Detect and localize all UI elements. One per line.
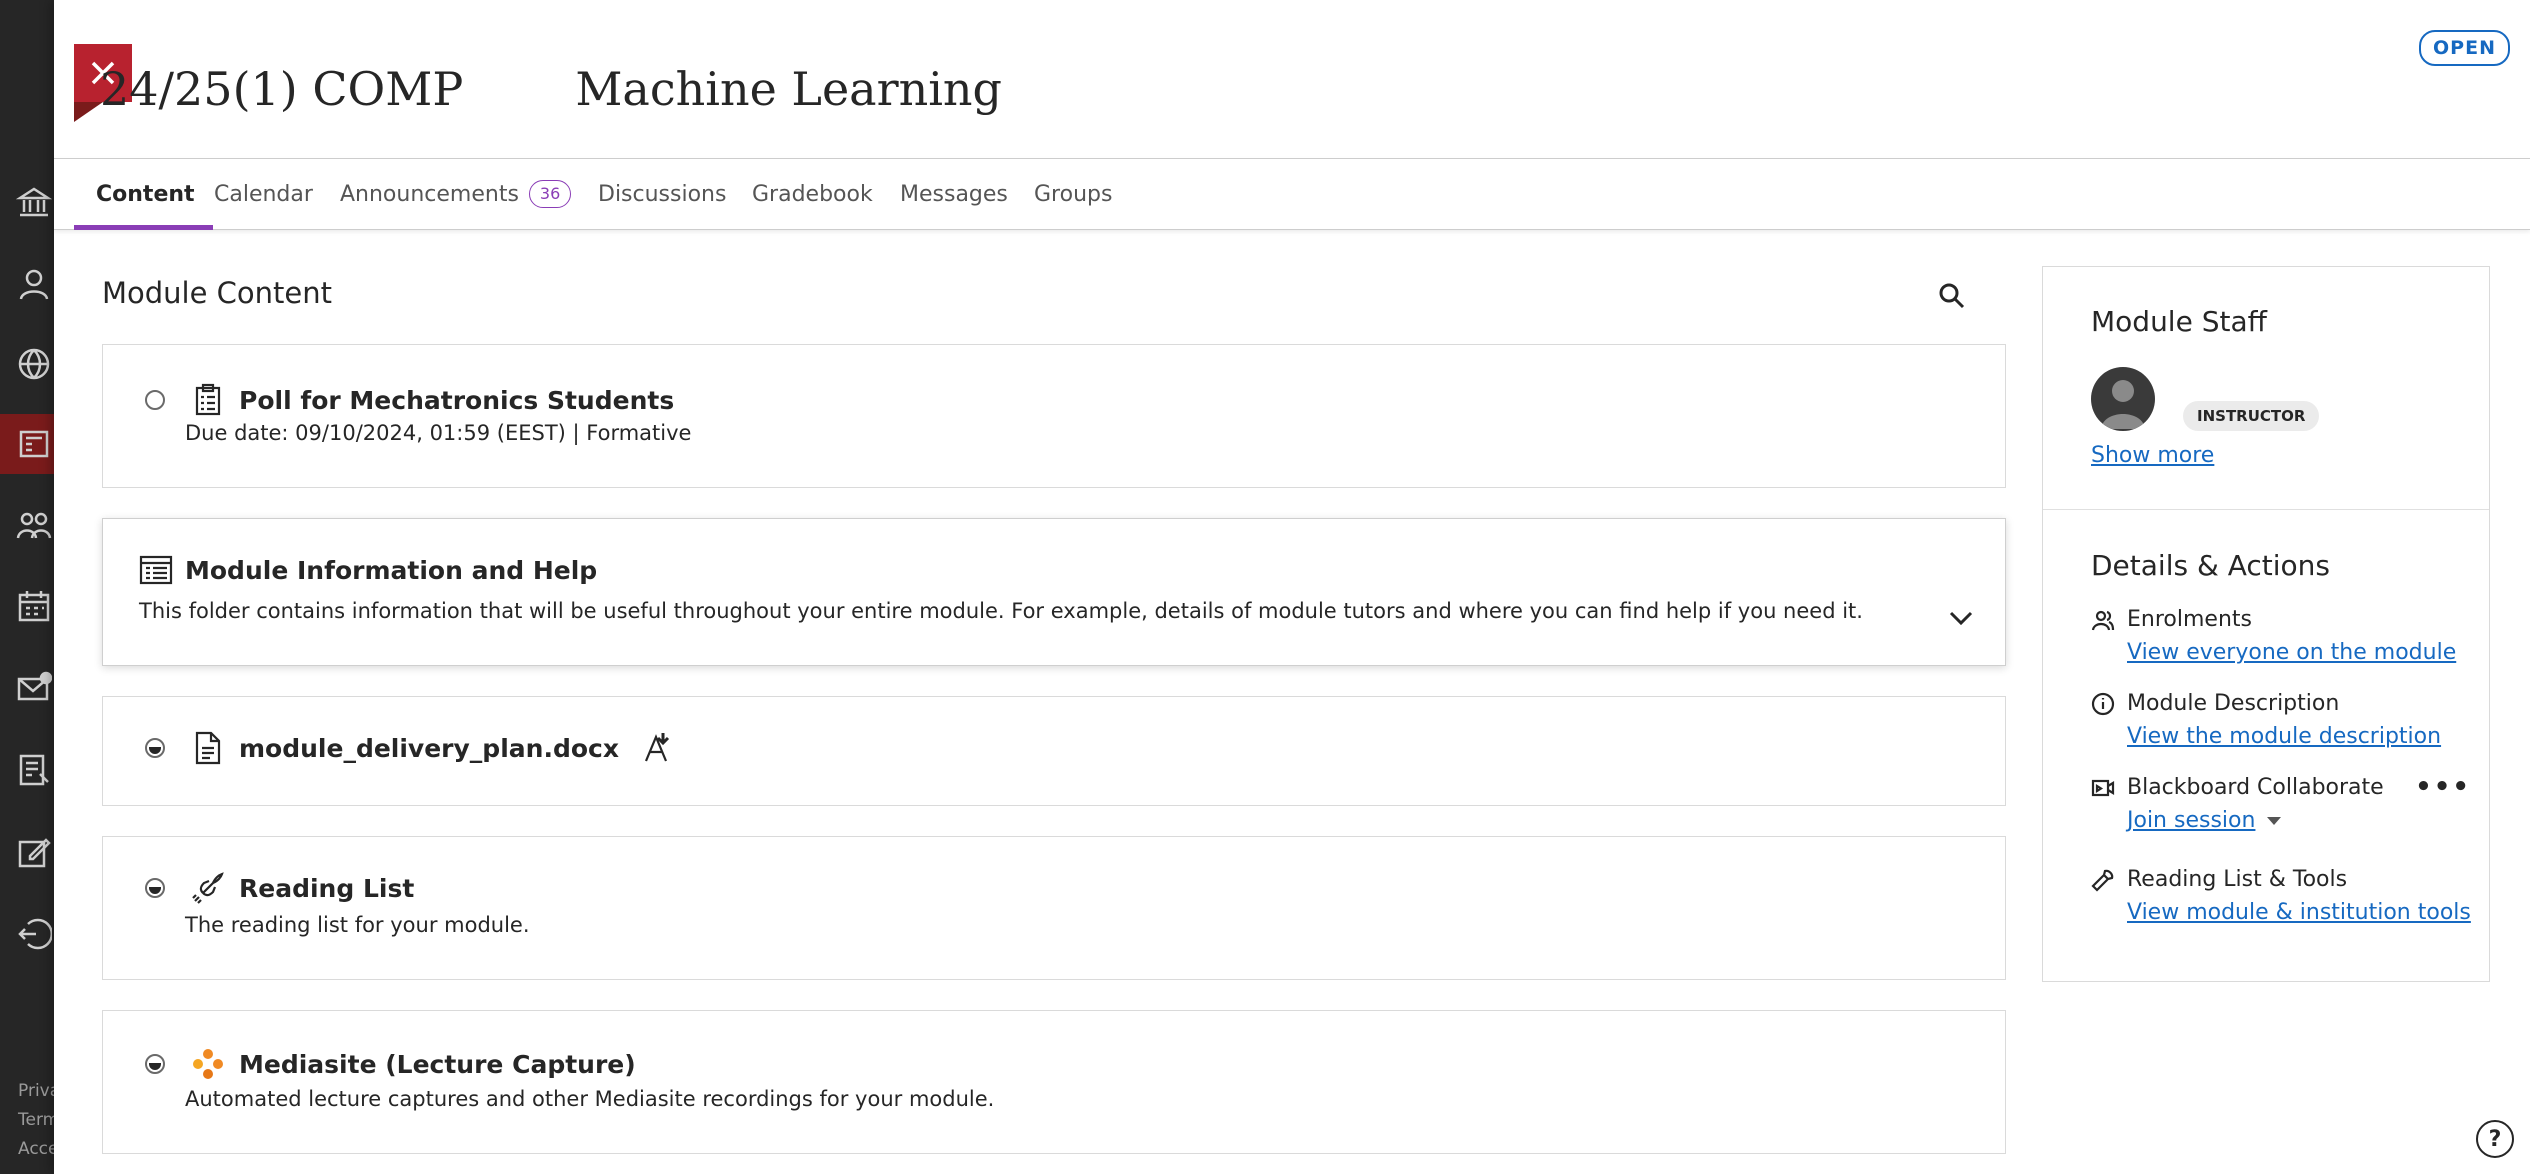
due-date-text: Due date: 09/10/2024, 01:59 (EEST) | For… bbox=[185, 421, 692, 445]
reading-list-description: The reading list for your module. bbox=[185, 913, 530, 937]
search-icon bbox=[1939, 283, 1965, 309]
tab-calendar[interactable]: Calendar bbox=[214, 159, 313, 229]
view-tools-link[interactable]: View module & institution tools bbox=[2127, 900, 2471, 925]
search-button[interactable] bbox=[1932, 276, 1972, 316]
content-item-title[interactable]: Module Information and Help bbox=[185, 556, 597, 585]
folder-list-icon bbox=[139, 553, 173, 587]
module-content-heading: Module Content bbox=[102, 276, 333, 310]
mediasite-icon bbox=[191, 1047, 225, 1081]
chevron-down-icon[interactable] bbox=[1945, 601, 1977, 633]
detail-title: Reading List & Tools bbox=[2127, 867, 2348, 892]
join-session-control[interactable]: Join session bbox=[2127, 808, 2471, 833]
content-item-poll[interactable]: Poll for Mechatronics Students Due date:… bbox=[102, 344, 2006, 488]
courses-icon[interactable] bbox=[0, 414, 54, 474]
globe-icon[interactable] bbox=[0, 334, 54, 394]
tab-gradebook[interactable]: Gradebook bbox=[752, 159, 873, 229]
course-code: 24/25(1) COMP bbox=[100, 62, 464, 116]
document-icon bbox=[191, 731, 225, 765]
tab-messages[interactable]: Messages bbox=[900, 159, 1008, 229]
ally-accessibility-icon[interactable] bbox=[641, 731, 675, 765]
detail-module-description: Module Description View the module descr… bbox=[2091, 691, 2471, 749]
detail-reading-list-tools: Reading List & Tools View module & insti… bbox=[2091, 867, 2471, 925]
mediasite-description: Automated lecture captures and other Med… bbox=[185, 1087, 995, 1111]
join-session-link[interactable]: Join session bbox=[2127, 808, 2255, 833]
video-icon bbox=[2091, 779, 2115, 796]
profile-icon[interactable] bbox=[0, 254, 54, 314]
status-partial-icon bbox=[145, 878, 165, 898]
tab-announcements[interactable]: Announcements 36 bbox=[340, 159, 572, 229]
detail-title: Blackboard Collaborate bbox=[2127, 775, 2384, 800]
status-circle-icon bbox=[145, 390, 165, 410]
course-name: Machine Learning bbox=[575, 62, 1003, 116]
groups-icon[interactable] bbox=[0, 496, 54, 556]
sidebar-divider bbox=[2043, 509, 2489, 510]
folder-description: This folder contains information that wi… bbox=[139, 599, 1863, 623]
announcements-count-badge: 36 bbox=[528, 180, 572, 208]
role-badge: INSTRUCTOR bbox=[2183, 401, 2320, 431]
detail-title: Enrolments bbox=[2127, 607, 2252, 632]
detail-title: Module Description bbox=[2127, 691, 2340, 716]
course-panel: OPEN 24/25(1) COMP Machine Learning Cont… bbox=[54, 0, 2530, 1174]
view-everyone-link[interactable]: View everyone on the module bbox=[2127, 640, 2471, 665]
module-staff-heading: Module Staff bbox=[2091, 305, 2267, 338]
institution-icon[interactable] bbox=[0, 172, 54, 232]
avatar[interactable] bbox=[2091, 367, 2155, 431]
course-tabs: Content Calendar Announcements 36 Discus… bbox=[54, 158, 2530, 230]
rocket-icon bbox=[191, 871, 225, 905]
content-item-title[interactable]: module_delivery_plan.docx bbox=[239, 734, 619, 763]
info-icon bbox=[2091, 692, 2115, 715]
sign-out-icon[interactable] bbox=[0, 904, 54, 964]
more-options-icon[interactable]: ••• bbox=[2415, 774, 2471, 800]
status-partial-icon bbox=[145, 1054, 165, 1074]
nav-rail: Priva Term Acce bbox=[0, 0, 60, 1174]
content-item-folder[interactable]: Module Information and Help This folder … bbox=[102, 518, 2006, 666]
detail-collaborate: Blackboard Collaborate ••• Join session bbox=[2091, 774, 2471, 833]
grades-icon[interactable] bbox=[0, 740, 54, 800]
detail-enrolments: Enrolments View everyone on the module bbox=[2091, 607, 2471, 665]
tab-content[interactable]: Content bbox=[74, 159, 213, 230]
module-sidebar: Module Staff INSTRUCTOR Show more Detail… bbox=[2042, 266, 2490, 982]
show-more-link[interactable]: Show more bbox=[2091, 443, 2214, 468]
help-icon[interactable]: ? bbox=[2476, 1120, 2514, 1158]
content-item-document[interactable]: module_delivery_plan.docx bbox=[102, 696, 2006, 806]
content-item-reading-list[interactable]: Reading List The reading list for your m… bbox=[102, 836, 2006, 980]
edit-icon[interactable] bbox=[0, 822, 54, 882]
content-item-title[interactable]: Mediasite (Lecture Capture) bbox=[239, 1050, 636, 1079]
calendar-icon[interactable] bbox=[0, 576, 54, 636]
tab-discussions[interactable]: Discussions bbox=[598, 159, 726, 229]
status-badge: OPEN bbox=[2419, 30, 2510, 66]
status-partial-icon bbox=[145, 738, 165, 758]
caret-down-icon[interactable] bbox=[2267, 816, 2282, 825]
wrench-icon bbox=[2091, 869, 2114, 892]
content-item-title[interactable]: Reading List bbox=[239, 874, 414, 903]
enrolments-icon bbox=[2091, 610, 2115, 630]
details-actions-heading: Details & Actions bbox=[2091, 549, 2330, 582]
clipboard-icon bbox=[191, 383, 225, 417]
view-description-link[interactable]: View the module description bbox=[2127, 724, 2471, 749]
messages-icon[interactable] bbox=[0, 658, 54, 718]
page-title: 24/25(1) COMP Machine Learning bbox=[100, 62, 1002, 116]
tab-groups[interactable]: Groups bbox=[1034, 159, 1112, 229]
content-item-title[interactable]: Poll for Mechatronics Students bbox=[239, 386, 674, 415]
content-item-mediasite[interactable]: Mediasite (Lecture Capture) Automated le… bbox=[102, 1010, 2006, 1154]
